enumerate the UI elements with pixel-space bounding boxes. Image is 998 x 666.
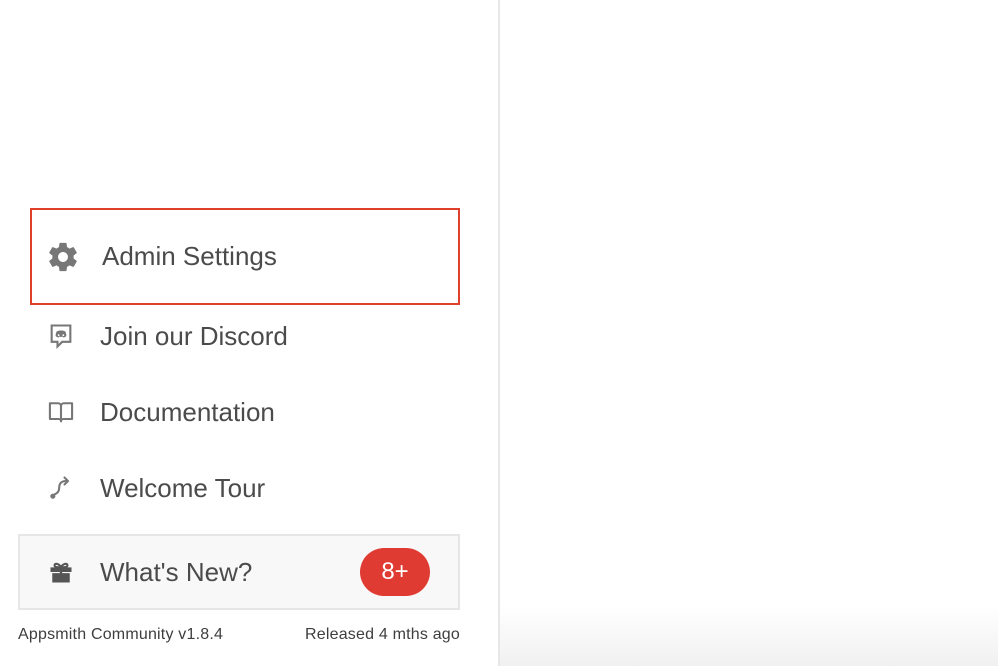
sidebar-footer: Appsmith Community v1.8.4 Released 4 mth… — [18, 626, 460, 644]
bottom-fade — [500, 606, 998, 666]
menu-item-label: Join our Discord — [100, 320, 288, 351]
whats-new-label: What's New? — [100, 556, 253, 587]
menu-item-admin-settings[interactable]: Admin Settings — [30, 208, 460, 305]
book-icon — [44, 395, 78, 429]
version-text: Appsmith Community v1.8.4 — [18, 626, 224, 643]
menu-item-discord[interactable]: Join our Discord — [30, 298, 460, 374]
release-text: Released 4 mths ago — [304, 626, 460, 643]
menu-item-label: Admin Settings — [102, 241, 277, 271]
gear-icon — [46, 240, 80, 274]
main-content-area — [500, 0, 998, 666]
menu-item-label: Welcome Tour — [100, 472, 266, 503]
app-page: Admin Settings Join our Discord Document… — [0, 0, 998, 666]
notification-badge: 8+ — [360, 548, 430, 596]
menu-item-documentation[interactable]: Documentation — [30, 374, 460, 450]
menu-item-label: Documentation — [100, 396, 275, 427]
menu-item-welcome-tour[interactable]: Welcome Tour — [30, 450, 460, 526]
sidebar: Admin Settings Join our Discord Document… — [0, 0, 500, 666]
whats-new-button[interactable]: What's New? 8+ — [18, 534, 460, 610]
discord-icon — [44, 319, 78, 353]
gift-icon — [44, 555, 78, 589]
route-icon — [44, 471, 78, 505]
